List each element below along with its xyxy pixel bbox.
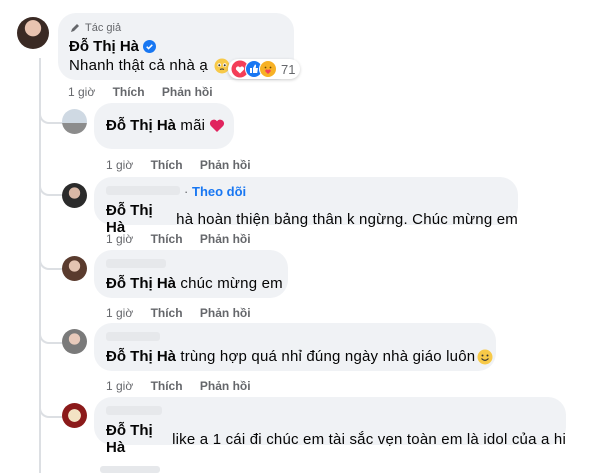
redacted-username bbox=[106, 259, 166, 268]
reply-avatar[interactable] bbox=[62, 256, 87, 281]
reply-mention[interactable]: Đỗ Thị Hà bbox=[106, 202, 172, 236]
follow-dot: · bbox=[184, 184, 189, 199]
reply-mention[interactable]: Đỗ Thị Hà bbox=[106, 348, 176, 365]
reply-actions: 1 giờ Thích Phản hồi bbox=[106, 158, 265, 172]
reply-reply-button[interactable]: Phản hồi bbox=[200, 379, 251, 393]
main-comment-actions: 1 giờ Thích Phản hồi bbox=[68, 85, 227, 99]
reply-button[interactable]: Phản hồi bbox=[162, 85, 213, 99]
reply-bubble: Đỗ Thị Hà mãi bbox=[94, 103, 234, 149]
reply-text: mãi bbox=[176, 117, 206, 134]
reply-like-button[interactable]: Thích bbox=[151, 379, 183, 393]
reply-connector bbox=[39, 330, 63, 344]
author-badge: Tác giả bbox=[69, 22, 121, 34]
reply-time[interactable]: 1 giờ bbox=[106, 158, 133, 172]
like-button[interactable]: Thích bbox=[113, 85, 145, 99]
reply-bubble: Đỗ Thị Hà like a 1 cái đi chúc em tài sắ… bbox=[94, 397, 566, 456]
reply-avatar[interactable] bbox=[62, 109, 87, 134]
comment-time[interactable]: 1 giờ bbox=[68, 85, 95, 99]
smiling-face-icon bbox=[477, 349, 493, 364]
reply-actions: 1 giờ Thích Phản hồi bbox=[106, 306, 265, 320]
reply-mention[interactable]: Đỗ Thị Hà bbox=[106, 117, 176, 134]
reply-reply-button[interactable]: Phản hồi bbox=[200, 158, 251, 172]
reply-connector bbox=[39, 404, 63, 418]
reply-actions: 1 giờ Thích Phản hồi bbox=[106, 379, 265, 393]
reply-text: chúc mừng em bbox=[176, 275, 283, 292]
badge-label: Tác giả bbox=[85, 22, 122, 34]
reply-mention[interactable]: Đỗ Thị Hà bbox=[106, 422, 168, 456]
author-avatar[interactable] bbox=[17, 17, 49, 49]
reply-bubble: Đỗ Thị Hà chúc mừng em bbox=[94, 250, 288, 298]
reply-avatar[interactable] bbox=[62, 329, 87, 354]
reply-text: trùng hợp quá nhỉ đúng ngày nhà giáo luô… bbox=[176, 348, 476, 365]
reply-avatar[interactable] bbox=[62, 183, 87, 208]
reply-mention[interactable]: Đỗ Thị Hà bbox=[106, 275, 176, 292]
reply-like-button[interactable]: Thích bbox=[151, 306, 183, 320]
reply-like-button[interactable]: Thích bbox=[151, 158, 183, 172]
reply-reply-button[interactable]: Phản hồi bbox=[200, 232, 251, 246]
follow-link[interactable]: Theo dõi bbox=[192, 184, 246, 199]
reply-connector bbox=[39, 110, 63, 124]
reply-time[interactable]: 1 giờ bbox=[106, 379, 133, 393]
red-heart-icon bbox=[210, 119, 225, 132]
reply-bubble: Theo dõi · Đỗ Thị Hà hà hoàn thiện bảng … bbox=[94, 177, 518, 236]
redacted-username bbox=[106, 406, 162, 415]
author-name[interactable]: Đỗ Thị Hà bbox=[69, 38, 139, 55]
reply-bubble: Đỗ Thị Hà trùng hợp quá nhỉ đúng ngày nh… bbox=[94, 323, 496, 371]
redacted-username bbox=[106, 186, 180, 195]
reaction-count: 71 bbox=[281, 61, 296, 77]
reply-connector bbox=[39, 256, 63, 270]
reply-like-button[interactable]: Thích bbox=[151, 232, 183, 246]
main-comment-text: Nhanh thật cả nhà ạ bbox=[69, 57, 208, 74]
reply-text: like a 1 cái đi chúc em tài sắc vẹn toàn… bbox=[167, 430, 566, 448]
reply-time[interactable]: 1 giờ bbox=[106, 306, 133, 320]
reply-text: hà hoàn thiện bảng thân k ngừng. Chúc mừ… bbox=[171, 210, 518, 228]
reply-connector bbox=[39, 182, 63, 196]
care-reaction-icon bbox=[259, 60, 277, 78]
verified-icon bbox=[143, 40, 156, 53]
reply-time[interactable]: 1 giờ bbox=[106, 232, 133, 246]
redacted-username bbox=[106, 332, 160, 341]
reaction-summary[interactable]: 71 bbox=[228, 59, 301, 79]
reply-avatar[interactable] bbox=[62, 403, 87, 428]
reply-actions: 1 giờ Thích Phản hồi bbox=[106, 232, 265, 246]
next-reply-stub bbox=[100, 466, 160, 473]
pen-icon bbox=[71, 24, 79, 32]
reply-reply-button[interactable]: Phản hồi bbox=[200, 306, 251, 320]
